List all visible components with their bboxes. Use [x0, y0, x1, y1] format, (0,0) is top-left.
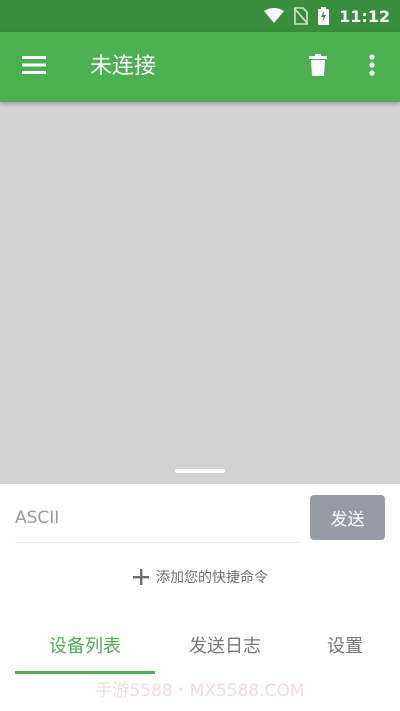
no-sim-icon	[294, 7, 309, 25]
tab-bar: 设备列表 发送日志 设置	[0, 625, 400, 677]
log-display-area	[0, 102, 400, 484]
command-input[interactable]	[15, 496, 301, 540]
battery-charging-icon	[318, 7, 330, 25]
page-title: 未连接	[90, 54, 157, 79]
tab-send-log[interactable]: 发送日志	[155, 625, 295, 677]
more-options-button[interactable]	[358, 52, 386, 82]
wifi-icon	[264, 7, 285, 25]
tab-settings[interactable]: 设置	[295, 625, 395, 677]
status-bar: 11:12	[0, 0, 400, 32]
drag-handle[interactable]	[175, 469, 225, 473]
add-shortcut-label: 添加您的快捷命令	[156, 570, 268, 586]
trash-icon	[309, 54, 327, 80]
send-button[interactable]: 发送	[310, 495, 385, 540]
tab-device-list[interactable]: 设备列表	[15, 625, 155, 677]
command-input-wrapper	[15, 496, 301, 543]
more-vert-icon	[369, 54, 375, 80]
plus-icon	[132, 568, 150, 586]
clock: 11:12	[339, 6, 390, 26]
menu-button[interactable]	[14, 52, 54, 82]
hamburger-menu-icon	[22, 56, 46, 78]
active-tab-indicator	[15, 671, 155, 674]
watermark: 手游5588・MX5588.COM	[95, 681, 305, 701]
app-bar: 未连接	[0, 32, 400, 102]
delete-button[interactable]	[303, 52, 333, 82]
app-screen: 11:12 未连接 ASCII 发送 添加您的快捷命令 设备列表 发送日志 设置…	[0, 0, 400, 711]
add-shortcut-command-button[interactable]: 添加您的快捷命令	[0, 563, 400, 591]
